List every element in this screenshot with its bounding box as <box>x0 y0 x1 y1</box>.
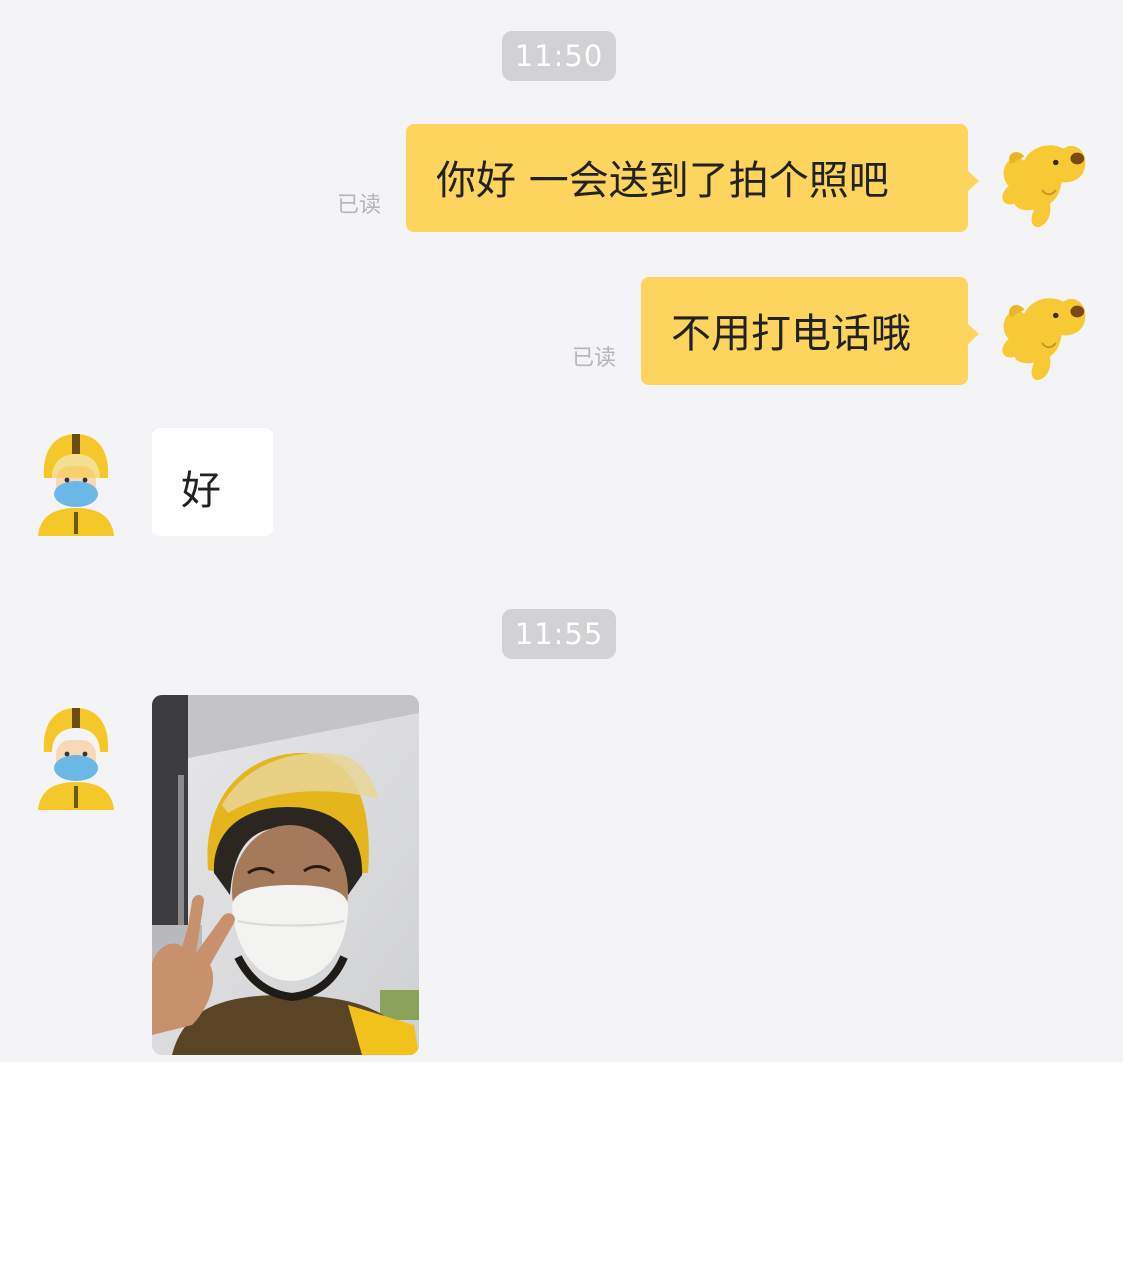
timestamp-pill: 11:55 <box>502 609 616 659</box>
photo-message[interactable] <box>152 695 419 1055</box>
message-text: 你好 一会送到了拍个照吧 <box>436 158 889 204</box>
outgoing-message-bubble[interactable]: 你好 一会送到了拍个照吧 <box>406 124 979 232</box>
courier-selfie-image <box>152 695 419 1055</box>
message-text: 不用打电话哦 <box>671 311 911 357</box>
yellow-dog-icon[interactable] <box>995 288 1093 386</box>
courier-avatar-icon[interactable] <box>34 432 118 538</box>
outgoing-message-bubble[interactable]: 不用打电话哦 <box>641 277 979 385</box>
incoming-message-bubble[interactable]: 好 <box>152 428 273 536</box>
courier-avatar-icon[interactable] <box>34 706 118 812</box>
read-receipt: 已读 <box>337 193 382 218</box>
chat-area: 11:50 已读 你好 一会送到了拍个照吧 已读 不用打电话哦 好 11:55 <box>0 0 1123 1062</box>
read-receipt: 已读 <box>572 346 617 371</box>
message-text: 好 <box>181 468 221 514</box>
yellow-dog-icon[interactable] <box>995 135 1093 233</box>
timestamp-pill: 11:50 <box>502 31 616 81</box>
